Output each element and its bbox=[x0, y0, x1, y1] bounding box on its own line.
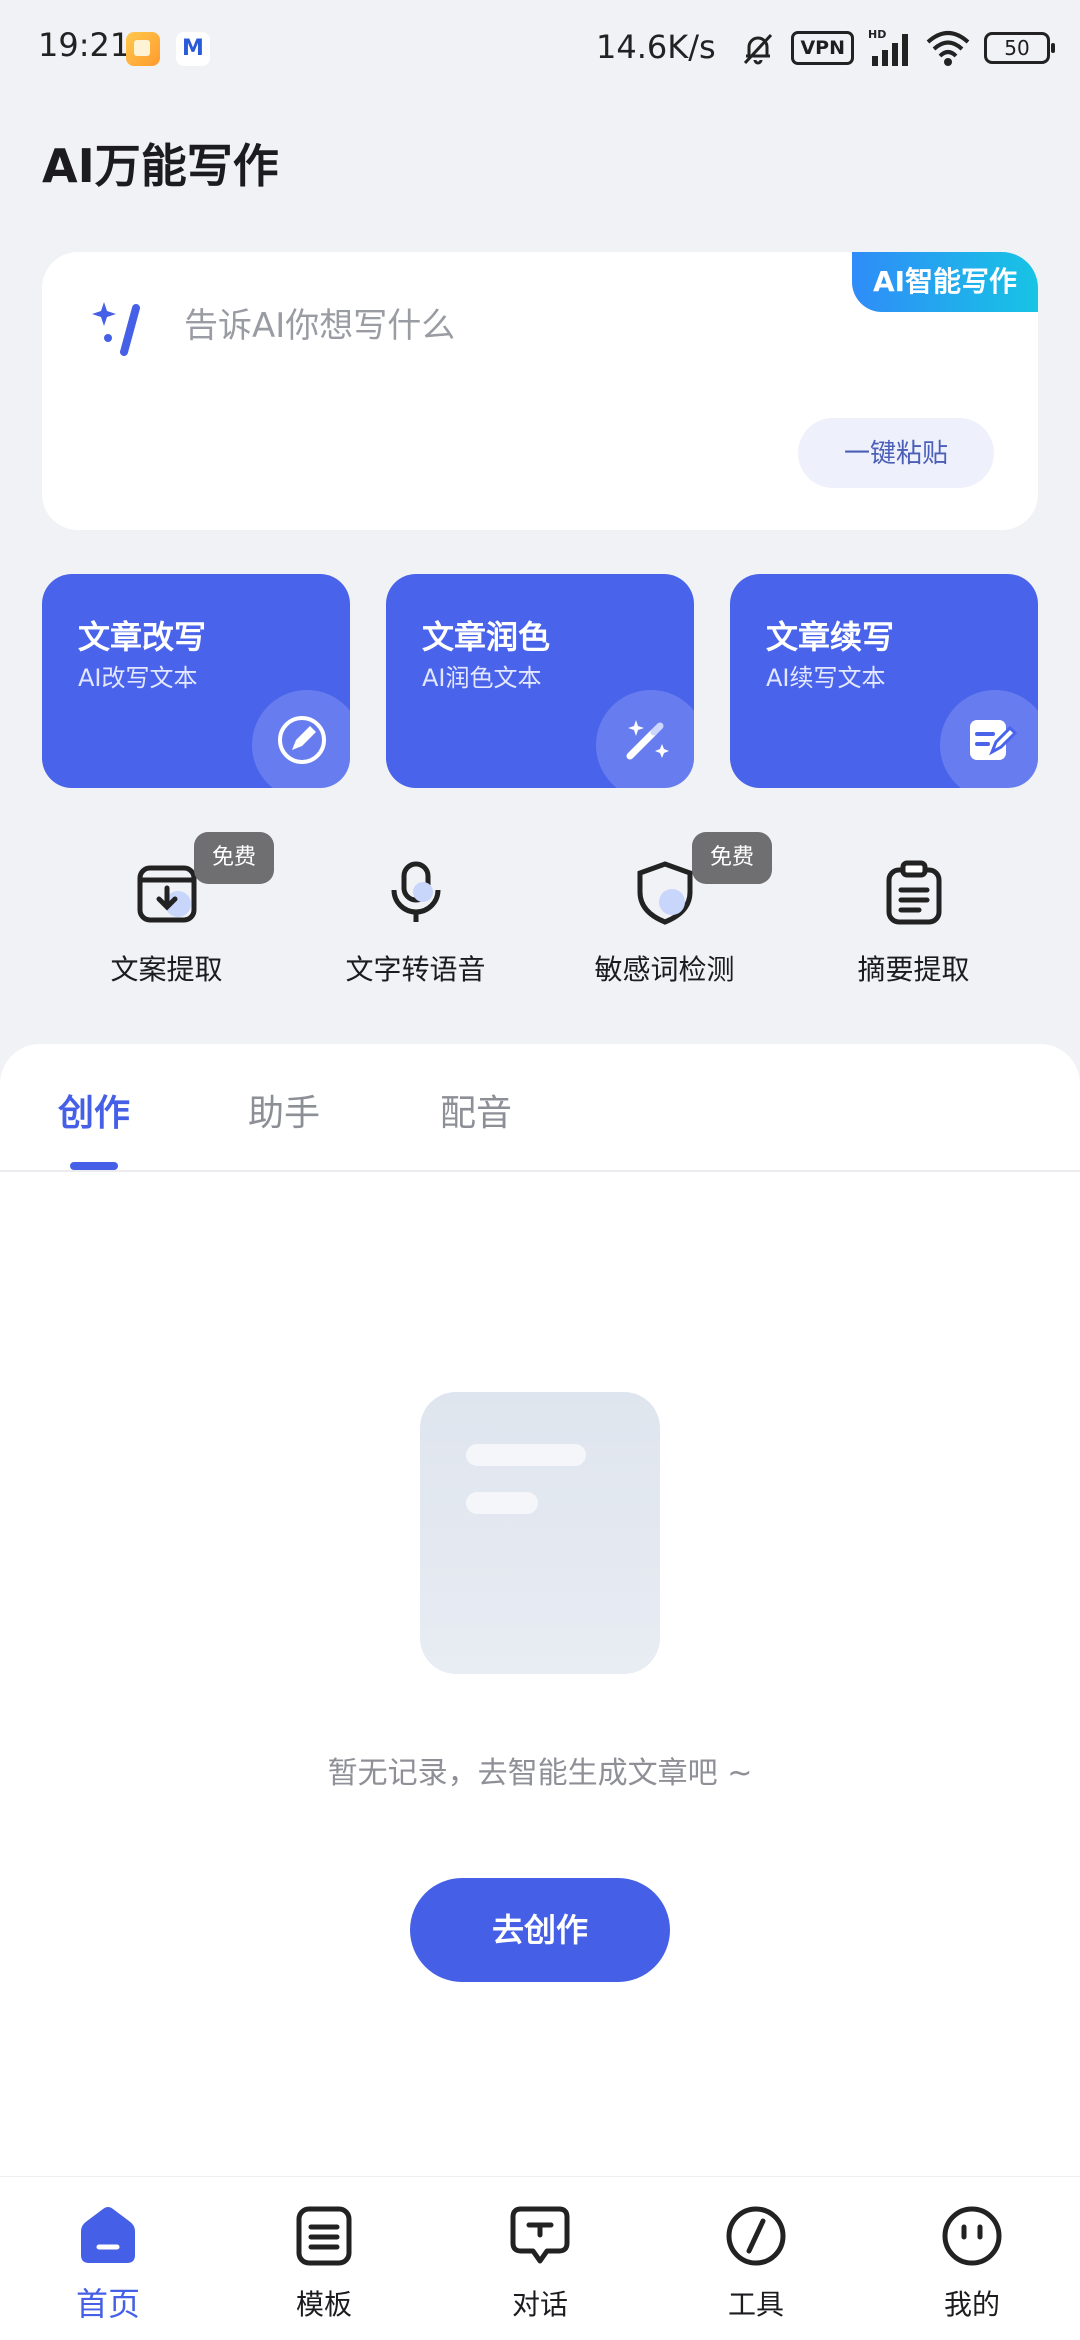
chat-icon bbox=[510, 2206, 570, 2264]
tool-label: 文案提取 bbox=[110, 953, 223, 986]
tool-sensitive-word-check[interactable]: 免费 敏感词检测 bbox=[540, 830, 789, 1000]
go-create-button[interactable]: 去创作 bbox=[410, 1878, 670, 1982]
tool-text-to-speech[interactable]: 文字转语音 bbox=[291, 830, 540, 1000]
notes-app-icon bbox=[126, 32, 160, 66]
feature-cards: 文章改写 AI改写文本 文章润色 AI润色文本 文章续写 AI续写文本 bbox=[42, 574, 1038, 788]
feature-card-continue[interactable]: 文章续写 AI续写文本 bbox=[730, 574, 1038, 788]
signal-icon: HD bbox=[868, 28, 908, 66]
nav-item-home[interactable]: 首页 bbox=[0, 2177, 216, 2340]
records-panel: 创作 助手 配音 暂无记录，去智能生成文章吧 ~ 去创作 bbox=[0, 1044, 1080, 2176]
feature-card-rewrite[interactable]: 文章改写 AI改写文本 bbox=[42, 574, 350, 788]
empty-document-icon bbox=[420, 1392, 660, 1674]
magic-wand-icon bbox=[626, 720, 669, 760]
free-badge: 免费 bbox=[692, 832, 772, 884]
feature-subtitle: AI改写文本 bbox=[78, 664, 198, 692]
nav-item-chat[interactable]: 对话 bbox=[432, 2177, 648, 2340]
vpn-indicator: VPN bbox=[791, 31, 854, 65]
status-bar: 19:21 M 14.6K/s VPN HD 50 bbox=[0, 0, 1080, 96]
status-time: 19:21 bbox=[38, 26, 131, 64]
network-speed: 14.6K/s bbox=[596, 28, 716, 66]
edit-note-icon bbox=[970, 720, 1018, 760]
tool-label: 敏感词检测 bbox=[594, 953, 735, 986]
wifi-icon bbox=[926, 31, 970, 66]
nav-label: 我的 bbox=[943, 2288, 1000, 2321]
nav-label: 首页 bbox=[75, 2285, 140, 2323]
page-title: AI万能写作 bbox=[42, 139, 279, 193]
nav-item-templates[interactable]: 模板 bbox=[216, 2177, 432, 2340]
tab-dubbing[interactable]: 配音 bbox=[440, 1084, 512, 1136]
nav-label: 对话 bbox=[511, 2288, 568, 2321]
profile-icon bbox=[942, 2206, 1002, 2266]
nav-item-profile[interactable]: 我的 bbox=[864, 2177, 1080, 2340]
hd-label: HD bbox=[868, 28, 886, 41]
nav-label: 工具 bbox=[727, 2288, 784, 2321]
download-box-icon bbox=[137, 865, 197, 923]
mail-app-icon: M bbox=[176, 32, 210, 66]
status-icons: VPN HD 50 bbox=[739, 26, 1055, 70]
tab-bar: 创作 助手 配音 bbox=[0, 1044, 1080, 1172]
clipboard-icon bbox=[886, 860, 942, 925]
tool-text-extract[interactable]: 免费 文案提取 bbox=[42, 830, 291, 1000]
feature-subtitle: AI续写文本 bbox=[766, 664, 886, 692]
pen-circle-icon bbox=[278, 716, 326, 764]
tab-create[interactable]: 创作 bbox=[58, 1084, 130, 1136]
nav-label: 模板 bbox=[295, 2288, 352, 2321]
sparkle-icon bbox=[92, 302, 140, 356]
feature-card-polish[interactable]: 文章润色 AI润色文本 bbox=[386, 574, 694, 788]
tool-summary-extract[interactable]: 摘要提取 bbox=[789, 830, 1038, 1000]
tab-indicator bbox=[70, 1162, 118, 1170]
free-badge: 免费 bbox=[194, 832, 274, 884]
tool-label: 摘要提取 bbox=[857, 953, 970, 986]
nav-item-tools[interactable]: 工具 bbox=[648, 2177, 864, 2340]
empty-state-text: 暂无记录，去智能生成文章吧 ~ bbox=[327, 1756, 753, 1791]
shield-icon bbox=[637, 861, 693, 925]
feature-title: 文章改写 bbox=[78, 618, 207, 656]
microphone-icon bbox=[391, 861, 441, 922]
feature-title: 文章续写 bbox=[766, 618, 895, 656]
template-icon bbox=[296, 2206, 352, 2266]
prompt-card[interactable]: AI智能写作 告诉AI你想写什么 一键粘贴 bbox=[42, 252, 1038, 530]
tools-row: 免费 文案提取 文字转语音 免费 敏感词检测 摘要提取 bbox=[42, 830, 1038, 1000]
mute-bell-icon bbox=[744, 33, 773, 65]
paste-button[interactable]: 一键粘贴 bbox=[798, 418, 994, 488]
feature-subtitle: AI润色文本 bbox=[422, 664, 542, 692]
feature-title: 文章润色 bbox=[422, 618, 551, 656]
bottom-nav: 首页 模板 对话 工具 我的 bbox=[0, 2176, 1080, 2340]
battery-indicator: 50 bbox=[984, 32, 1055, 64]
prompt-input[interactable]: 告诉AI你想写什么 bbox=[184, 298, 455, 347]
tool-label: 文字转语音 bbox=[345, 953, 486, 986]
tab-assistant[interactable]: 助手 bbox=[248, 1084, 320, 1136]
tool-icon bbox=[726, 2206, 786, 2266]
home-icon bbox=[81, 2207, 135, 2263]
ai-writing-badge: AI智能写作 bbox=[852, 252, 1038, 312]
